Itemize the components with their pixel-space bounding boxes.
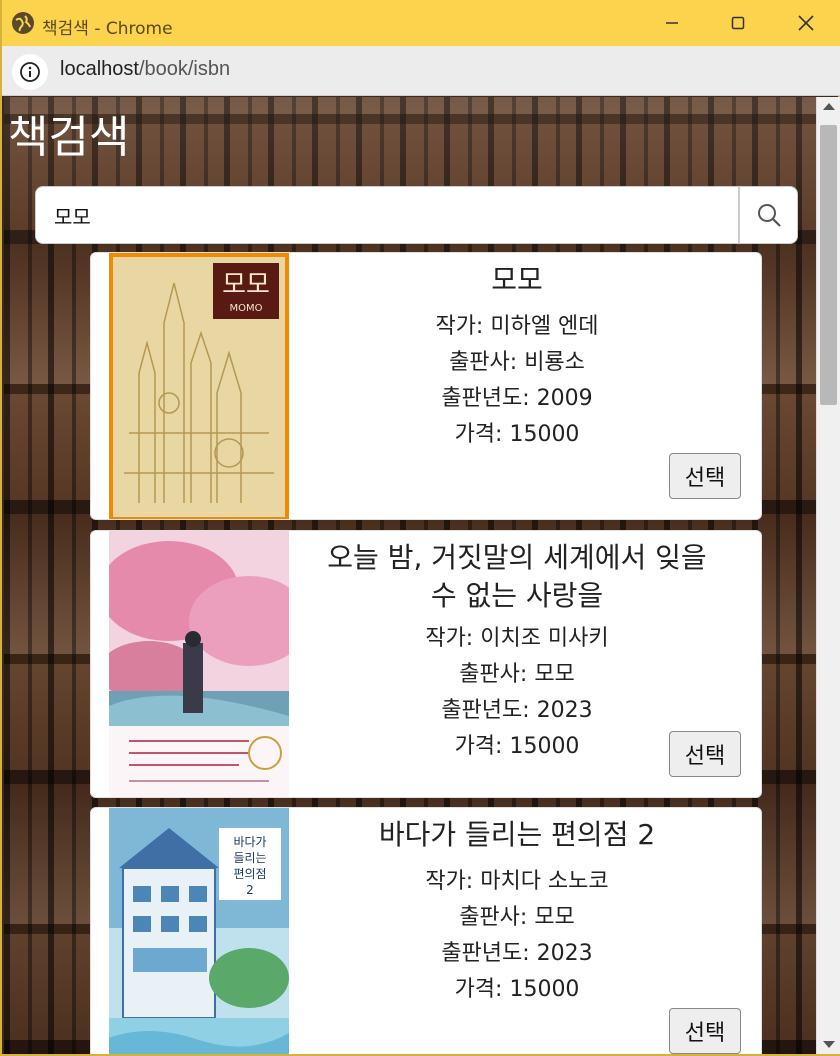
svg-text:편의점: 편의점	[233, 867, 266, 881]
minimize-icon[interactable]	[652, 8, 692, 38]
book-card: 모모 MOMO 모모 작가: 미하엘 엔데 출판사: 비룡소 출판년도: 200…	[90, 252, 762, 520]
search-button[interactable]	[739, 186, 798, 244]
book-title: 오늘 밤, 거짓말의 세계에서 잊을 수 없는 사랑을	[327, 541, 707, 612]
book-year: 출판년도: 2009	[441, 386, 593, 411]
scroll-thumb[interactable]	[820, 125, 837, 405]
book-year: 출판년도: 2023	[441, 941, 593, 966]
address-bar[interactable]: localhost/book/isbn	[2, 46, 840, 96]
book-year: 출판년도: 2023	[441, 698, 593, 723]
book-price: 가격: 15000	[454, 977, 580, 1002]
scroll-up-icon[interactable]	[823, 103, 835, 110]
book-author: 작가: 마치다 소노코	[425, 869, 609, 894]
book-cover-image: 바다가 들리는 편의점 2	[109, 808, 289, 1054]
book-author: 작가: 미하엘 엔데	[435, 314, 599, 339]
select-button[interactable]: 선택	[669, 731, 741, 777]
info-icon[interactable]	[12, 54, 48, 90]
cover-title-text: 모모	[222, 270, 270, 300]
svg-text:바다가: 바다가	[233, 835, 266, 849]
book-title: 바다가 들리는 편의점 2	[378, 818, 656, 851]
search-input[interactable]	[35, 186, 739, 244]
book-card: 바다가 들리는 편의점 2 바다가 들리는 편의점 2 작가: 마치다 소노코 …	[90, 807, 762, 1054]
close-icon[interactable]	[786, 8, 826, 38]
maximize-icon[interactable]	[718, 8, 758, 38]
url-path: /book/isbn	[138, 58, 231, 80]
svg-text:들리는: 들리는	[233, 851, 266, 865]
book-price: 가격: 15000	[454, 422, 580, 447]
page-title: 책검색	[8, 112, 130, 163]
book-card: 오늘 밤, 거짓말의 세계에서 잊을 수 없는 사랑을 작가: 이치조 미사키 …	[90, 530, 762, 798]
globe-icon	[12, 12, 34, 34]
url-text[interactable]: localhost/book/isbn	[60, 58, 230, 81]
book-title: 모모	[491, 263, 543, 296]
book-publisher: 출판사: 비룡소	[449, 350, 585, 375]
select-button[interactable]: 선택	[669, 1008, 741, 1054]
page-viewport: 책검색 모모 모모 MOMO 모모 작가: 미하엘 엔데 출판사: 비룡소 출판…	[4, 97, 816, 1054]
vertical-scrollbar[interactable]	[816, 97, 840, 1054]
window-title: 책검색 - Chrome	[42, 19, 173, 39]
search-icon	[757, 204, 781, 227]
browser-window: 책검색 - Chrome localhost/book/isbn 책검색 모모 …	[0, 0, 840, 1056]
url-host: localhost	[60, 58, 139, 80]
book-cover-image	[109, 531, 289, 797]
search-bar	[35, 186, 798, 244]
book-publisher: 출판사: 모모	[459, 905, 575, 930]
select-button[interactable]: 선택	[669, 453, 741, 499]
title-bar: 책검색 - Chrome	[2, 0, 840, 46]
book-cover-image: 모모 MOMO	[109, 253, 289, 519]
svg-text:2: 2	[246, 883, 254, 897]
cover-subtitle-text: MOMO	[230, 303, 263, 314]
scroll-down-icon[interactable]	[823, 1041, 835, 1048]
book-publisher: 출판사: 모모	[459, 662, 575, 687]
book-author: 작가: 이치조 미사키	[425, 626, 609, 651]
